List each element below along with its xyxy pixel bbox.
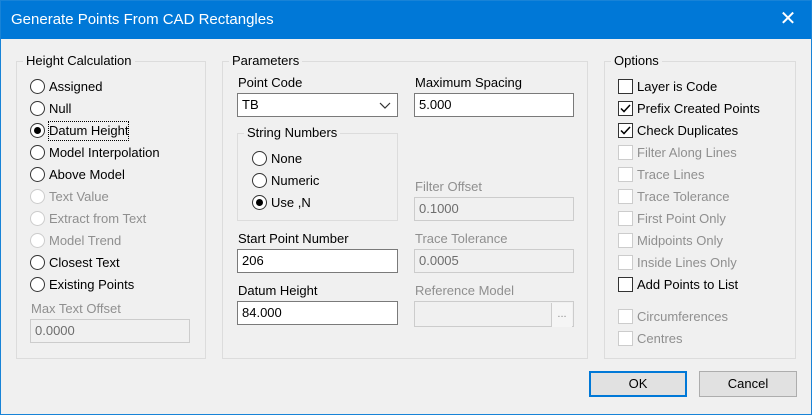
checkbox-box (618, 101, 633, 116)
radio-label: Datum Height (47, 121, 130, 141)
start-point-number-field[interactable]: 206 (237, 249, 398, 273)
browse-button[interactable]: ... (551, 303, 572, 327)
radio-circle (252, 195, 267, 210)
checkbox-label: Prefix Created Points (637, 101, 760, 116)
point-code-label: Point Code (238, 75, 303, 90)
trace-tolerance-label: Trace Tolerance (415, 231, 508, 246)
radio-label: Model Trend (49, 233, 122, 248)
radio-label: Existing Points (49, 277, 135, 292)
point-code-value: TB (242, 97, 259, 112)
window-title: Generate Points From CAD Rectangles (11, 11, 274, 28)
reference-model-field[interactable]: ... (414, 301, 574, 327)
radio-label: Model Interpolation (49, 145, 160, 160)
max-text-offset-field[interactable]: 0.0000 (30, 319, 190, 343)
checkbox-label: Trace Tolerance (637, 189, 730, 204)
reference-model-label: Reference Model (415, 283, 514, 298)
radio-label: None (271, 151, 303, 166)
radio-label: Numeric (271, 173, 320, 188)
checkbox-label: Circumferences (637, 309, 729, 324)
checkbox-label: Filter Along Lines (637, 145, 737, 160)
checkbox-box (618, 309, 633, 324)
max-text-offset-label: Max Text Offset (31, 301, 121, 316)
radio-circle (30, 277, 45, 292)
parameters-title: Parameters (229, 53, 303, 69)
title-bar: Generate Points From CAD Rectangles ✕ (1, 1, 811, 39)
chevron-down-icon (379, 102, 391, 109)
ok-button[interactable]: OK (589, 371, 687, 397)
checkbox-box (618, 233, 633, 248)
checkbox-box (618, 255, 633, 270)
start-point-number-label: Start Point Number (238, 231, 349, 246)
radio-circle (30, 189, 45, 204)
checkbox-label: First Point Only (637, 211, 726, 226)
checkmark-icon (620, 126, 631, 135)
checkbox-box (618, 167, 633, 182)
checkmark-icon (620, 104, 631, 113)
radio-circle (30, 123, 45, 138)
radio-circle (30, 145, 45, 160)
dialog-window: Generate Points From CAD Rectangles ✕ He… (0, 0, 812, 415)
radio-label: Above Model (49, 167, 125, 182)
datum-height-field[interactable]: 84.000 (237, 301, 398, 325)
radio-circle (30, 233, 45, 248)
point-code-select[interactable]: TB (237, 93, 398, 117)
radio-label: Extract from Text (49, 211, 147, 226)
cancel-button[interactable]: Cancel (699, 371, 797, 397)
close-icon: ✕ (779, 8, 797, 30)
checkbox-box (618, 123, 633, 138)
checkbox-label: Trace Lines (637, 167, 705, 182)
datum-height-label: Datum Height (238, 283, 318, 298)
height-calculation-title: Height Calculation (23, 53, 135, 69)
filter-offset-label: Filter Offset (415, 179, 482, 194)
trace-tolerance-field[interactable]: 0.0005 (414, 249, 574, 273)
radio-circle (252, 173, 267, 188)
radio-label: Use ,N (271, 195, 311, 210)
radio-circle (30, 79, 45, 94)
radio-circle (30, 167, 45, 182)
close-button[interactable]: ✕ (765, 1, 811, 39)
radio-label: Closest Text (49, 255, 120, 270)
checkbox-label: Add Points to List (637, 277, 739, 292)
options-title: Options (611, 53, 662, 69)
string-numbers-title: String Numbers (244, 125, 341, 141)
radio-label: Text Value (49, 189, 109, 204)
radio-circle (30, 101, 45, 116)
radio-circle (30, 211, 45, 226)
checkbox-box (618, 79, 633, 94)
checkbox-label: Centres (637, 331, 683, 346)
checkbox-box (618, 189, 633, 204)
checkbox-box (618, 211, 633, 226)
checkbox-label: Inside Lines Only (637, 255, 737, 270)
radio-circle (30, 255, 45, 270)
radio-label: Null (49, 101, 72, 116)
checkbox-label: Layer is Code (637, 79, 718, 94)
checkbox-box (618, 277, 633, 292)
checkbox-label: Midpoints Only (637, 233, 723, 248)
radio-label: Assigned (49, 79, 103, 94)
maximum-spacing-field[interactable]: 5.000 (414, 93, 574, 117)
filter-offset-field[interactable]: 0.1000 (414, 197, 574, 221)
checkbox-box (618, 331, 633, 346)
radio-circle (252, 151, 267, 166)
checkbox-box (618, 145, 633, 160)
maximum-spacing-label: Maximum Spacing (415, 75, 522, 90)
checkbox-label: Check Duplicates (637, 123, 739, 138)
